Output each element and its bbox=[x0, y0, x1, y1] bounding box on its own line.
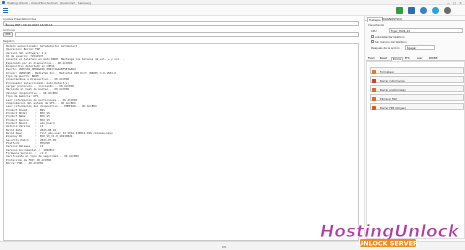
tab-flash[interactable]: Flash bbox=[367, 57, 375, 60]
pre-button[interactable]: PRE bbox=[3, 32, 13, 37]
tab-efs[interactable]: EFS bbox=[404, 57, 410, 60]
close-button[interactable]: ✕ bbox=[458, 1, 463, 5]
status-bar: 0% bbox=[0, 241, 465, 250]
cpu-select[interactable]: Tiger_T606_4X ▾ bbox=[389, 28, 463, 33]
frp-origin-icon bbox=[372, 105, 377, 110]
app-logo-icon bbox=[2, 1, 5, 4]
tab-wribe[interactable]: WRIBE bbox=[428, 57, 438, 60]
progress-percent: 0% bbox=[222, 245, 227, 249]
tab-reset[interactable]: Reset bbox=[379, 57, 388, 60]
format-icon bbox=[372, 69, 377, 74]
log-line: Borrar FRP... OK ACCEDO bbox=[6, 161, 44, 166]
download-icon[interactable] bbox=[408, 7, 415, 14]
minimize-button[interactable]: — bbox=[446, 1, 451, 5]
after-action-select[interactable]: Apagar ▾ bbox=[405, 45, 435, 50]
files-row: PRE bbox=[3, 32, 359, 37]
remove-frp-button[interactable]: Eliminar FRP bbox=[370, 94, 464, 101]
autodetect-label: Autodetectar teléfono bbox=[375, 35, 405, 39]
erase-preformat-label: Borrar preformateo bbox=[380, 88, 406, 92]
no-reboot-checkbox[interactable] bbox=[371, 40, 374, 43]
format-button[interactable]: Formatear bbox=[370, 67, 464, 74]
maximize-button[interactable]: □ bbox=[452, 1, 457, 5]
right-panel: Trabajos DIAGNÓSTICO Conectando CPU Tige… bbox=[364, 16, 465, 241]
telegram-icon[interactable] bbox=[432, 7, 439, 14]
connecting-label: Conectando bbox=[368, 23, 385, 27]
left-panel: Ajustes Preestablecidos Zones PRF / 09.1… bbox=[0, 16, 362, 241]
no-reboot-label: Sin reinicio del teléfono bbox=[375, 40, 407, 44]
right-tabs: Trabajos DIAGNÓSTICO bbox=[365, 16, 465, 22]
tab-leer[interactable]: Leer bbox=[416, 57, 423, 60]
settings-icon[interactable] bbox=[420, 7, 427, 14]
hamburger-menu-icon[interactable] bbox=[3, 8, 8, 13]
erase-info-label: Borrar información bbox=[380, 79, 406, 83]
shop-icon[interactable] bbox=[396, 7, 403, 14]
chevron-down-icon: ▾ bbox=[407, 46, 409, 50]
autodetect-checkbox[interactable] bbox=[371, 35, 374, 38]
erase-info-button[interactable]: Borrar información bbox=[370, 76, 464, 83]
chevron-down-icon: ▾ bbox=[5, 22, 7, 26]
tab-diagnostico[interactable]: DIAGNÓSTICO bbox=[381, 17, 403, 21]
account-icon[interactable] bbox=[444, 7, 451, 14]
erase-frp-origin-label: Borrar FRP (Origen) bbox=[380, 106, 407, 110]
frp-icon bbox=[372, 96, 377, 101]
log-panel[interactable]: Modelo seleccionado: Autodetectar AutoSe… bbox=[3, 43, 359, 241]
format-label: Formatear bbox=[380, 70, 394, 74]
chevron-down-icon: ▾ bbox=[391, 29, 393, 33]
toolbar bbox=[0, 5, 465, 16]
file-path-input[interactable] bbox=[15, 32, 359, 37]
after-action-label: Después de la acción bbox=[371, 46, 400, 50]
operations-panel: Formatear Borrar información Borrar pref… bbox=[366, 61, 465, 239]
preformat-icon bbox=[372, 87, 377, 92]
preset-select[interactable]: Zones PRF / 09.19.2023 16:58:13 ▾ bbox=[3, 21, 359, 27]
erase-frp-origin-button[interactable]: Borrar FRP (Origen) bbox=[370, 103, 464, 110]
cpu-label: CPU bbox=[371, 29, 377, 33]
erase-icon bbox=[372, 78, 377, 83]
erase-preformat-button[interactable]: Borrar preformateo bbox=[370, 85, 464, 92]
remove-frp-label: Eliminar FRP bbox=[380, 97, 397, 101]
